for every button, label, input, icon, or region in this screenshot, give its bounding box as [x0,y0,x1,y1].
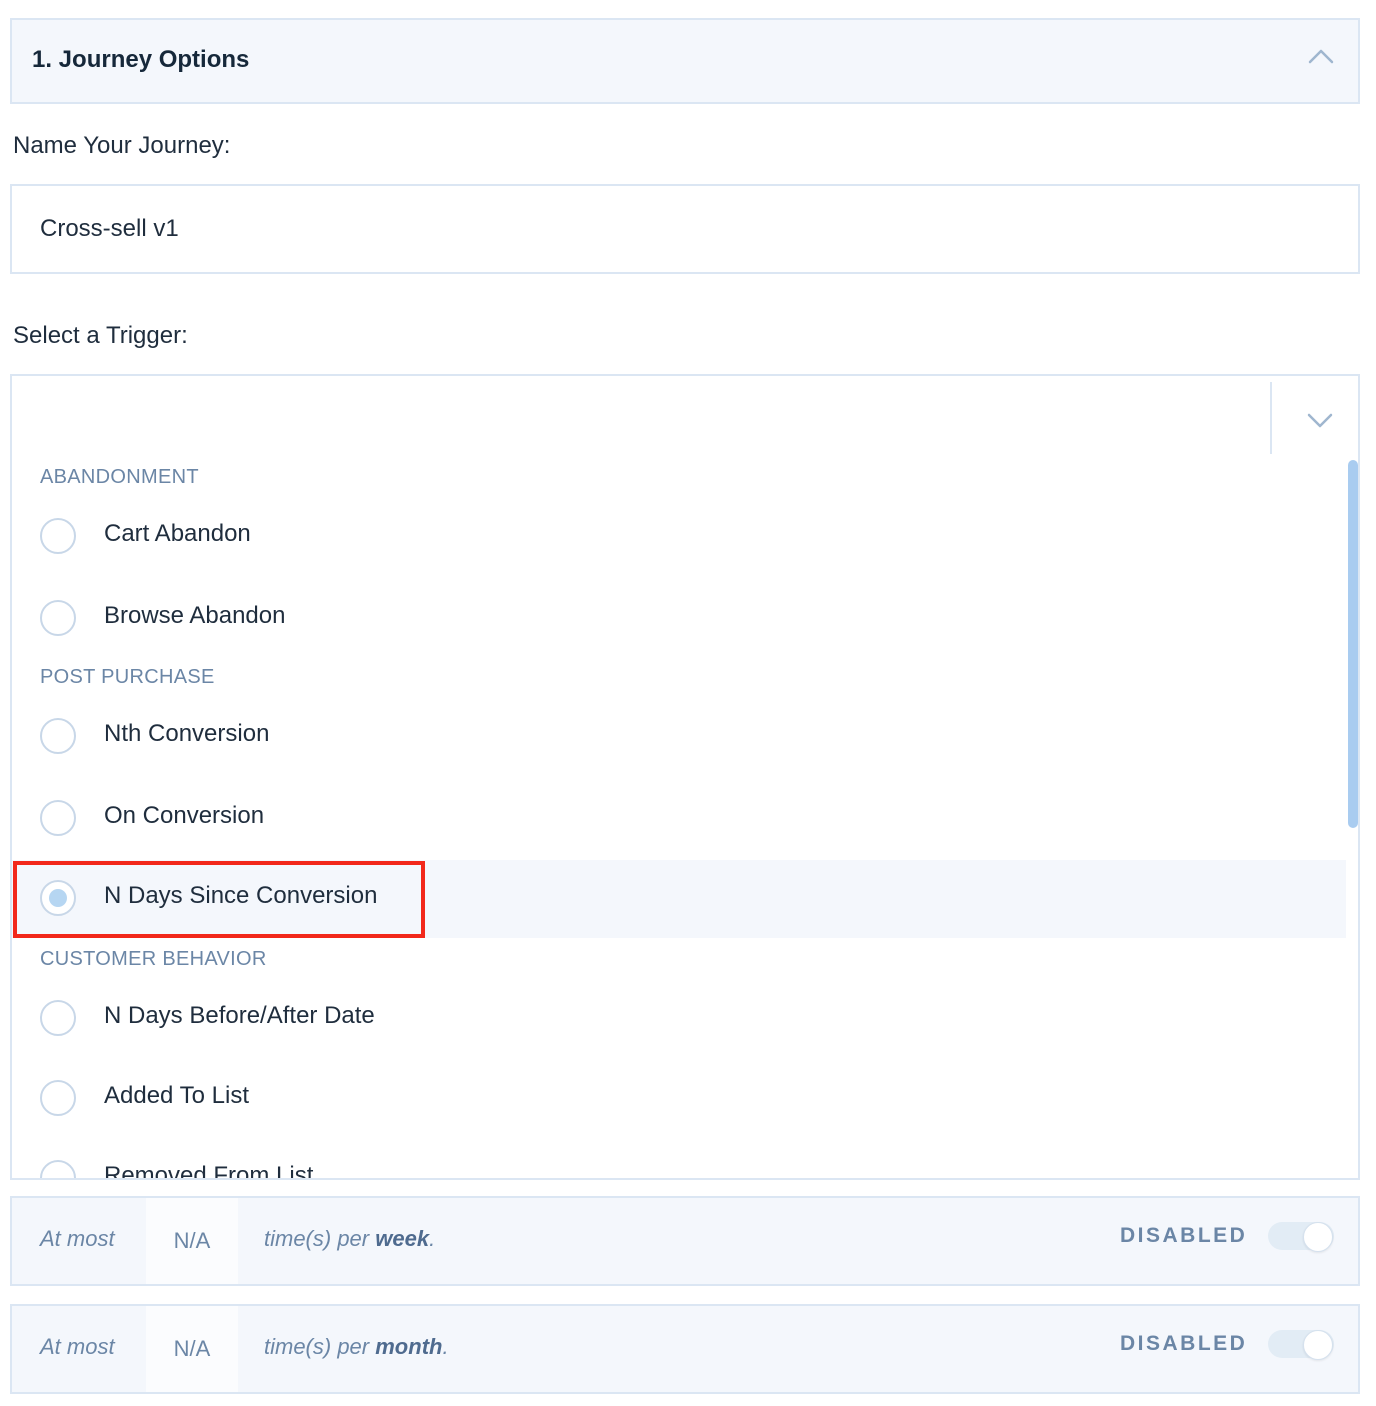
radio-button[interactable] [40,1000,76,1036]
option-label: N Days Before/After Date [104,1002,375,1029]
dropdown-divider [1270,382,1272,454]
limit-row-week: At most N/A time(s) per week. DISABLED [10,1196,1360,1286]
radio-button[interactable] [40,1160,76,1178]
radio-button[interactable] [40,1080,76,1116]
limit-row-month: At most N/A time(s) per month. DISABLED [10,1304,1360,1394]
radio-button[interactable] [40,800,76,836]
option-added-to-list[interactable]: Added To List [12,1058,1346,1136]
option-removed-from-list[interactable]: Removed From List [12,1138,1346,1180]
limit-status: DISABLED [1120,1332,1248,1355]
limit-description: time(s) per week. [264,1226,436,1251]
group-label-abandonment: ABANDONMENT [40,466,199,488]
limit-period: month [375,1334,443,1359]
trigger-dropdown[interactable]: ABANDONMENT Cart Abandon Browse Abandon … [10,374,1360,1180]
option-nth-conversion[interactable]: Nth Conversion [12,696,1346,774]
limit-description: time(s) per month. [264,1334,449,1359]
limit-period: week [375,1226,430,1251]
trigger-label: Select a Trigger: [13,322,188,349]
option-label: Nth Conversion [104,720,270,747]
option-cart-abandon[interactable]: Cart Abandon [12,496,1346,574]
radio-button[interactable] [40,600,76,636]
section-title: 1. Journey Options [32,46,250,73]
chevron-down-icon[interactable] [1304,404,1336,436]
limit-toggle[interactable] [1268,1222,1334,1252]
selection-highlight [13,861,425,938]
option-label: On Conversion [104,802,265,829]
radio-button[interactable] [40,518,76,554]
group-label-customer-behavior: CUSTOMER BEHAVIOR [40,948,267,970]
limit-prefix: At most [40,1334,115,1359]
option-label: Added To List [104,1082,249,1109]
group-label-post-purchase: POST PURCHASE [40,666,215,688]
journey-options-header[interactable]: 1. Journey Options [10,18,1360,104]
radio-button[interactable] [40,718,76,754]
option-label: Browse Abandon [104,602,286,629]
chevron-up-icon[interactable] [1306,42,1336,72]
limit-toggle[interactable] [1268,1330,1334,1360]
dropdown-scrollbar[interactable] [1348,460,1358,828]
journey-name-input[interactable] [10,184,1360,274]
journey-name-label: Name Your Journey: [13,132,231,159]
limit-count-input[interactable]: N/A [146,1306,238,1392]
option-on-conversion[interactable]: On Conversion [12,778,1346,856]
limit-count-input[interactable]: N/A [146,1198,238,1284]
option-n-days-before-after-date[interactable]: N Days Before/After Date [12,978,1346,1056]
option-browse-abandon[interactable]: Browse Abandon [12,578,1346,656]
option-label: Cart Abandon [104,520,251,547]
limit-prefix: At most [40,1226,115,1251]
limit-status: DISABLED [1120,1224,1248,1247]
option-label: Removed From List [104,1162,314,1180]
